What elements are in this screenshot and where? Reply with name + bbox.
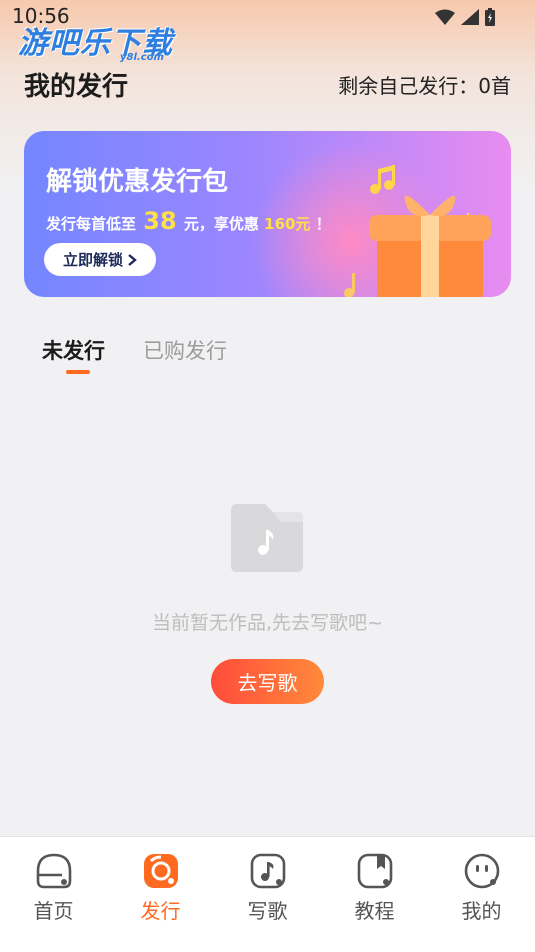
status-icons <box>435 8 495 26</box>
banner-desc-suffix: ！ <box>315 215 331 233</box>
nav-label-publish: 发行 <box>140 899 181 923</box>
write-song-button[interactable]: 去写歌 <box>211 659 324 704</box>
nav-item-profile[interactable]: 我的 <box>428 837 535 952</box>
battery-icon <box>485 8 495 26</box>
nav-label-write: 写歌 <box>247 899 288 923</box>
publish-icon <box>143 854 178 888</box>
nav-label-profile: 我的 <box>461 899 502 923</box>
chevron-right-icon <box>128 253 137 266</box>
unlock-button[interactable]: 立即解锁 <box>44 243 156 276</box>
music-note-icon <box>250 853 285 889</box>
nav-label-home: 首页 <box>33 899 74 923</box>
page-title: 我的发行 <box>24 72 129 102</box>
tab-purchased[interactable]: 已购发行 <box>143 335 227 365</box>
promo-banner[interactable]: 解锁优惠发行包 发行每首低至 38 元，享优惠 160元 ！ 立即解锁 <box>24 131 511 297</box>
gift-box-icon <box>344 165 491 297</box>
banner-title: 解锁优惠发行包 <box>46 167 229 197</box>
nav-item-home[interactable]: 首页 <box>0 837 107 952</box>
nav-item-tutorial[interactable]: 教程 <box>321 837 428 952</box>
banner-discount-amount: 160元 <box>264 215 311 233</box>
banner-description: 发行每首低至 38 元，享优惠 160元 ！ <box>46 207 331 235</box>
nav-label-tutorial: 教程 <box>354 899 395 923</box>
nav-item-write[interactable]: 写歌 <box>214 837 321 952</box>
home-icon <box>36 853 71 889</box>
watermark-subtext: y8l.com <box>120 52 164 63</box>
signal-icon <box>461 9 479 25</box>
banner-desc-prefix: 发行每首低至 <box>46 215 137 233</box>
remaining-count: 剩余自己发行：0首 <box>338 74 511 98</box>
active-tab-indicator <box>66 370 90 374</box>
nav-item-publish[interactable]: 发行 <box>107 837 214 952</box>
tab-unpublished[interactable]: 未发行 <box>42 335 105 365</box>
empty-state-text: 当前暂无作品,先去写歌吧~ <box>152 612 383 634</box>
banner-price: 38 <box>143 207 177 235</box>
profile-face-icon <box>464 853 499 889</box>
bottom-navigation: 首页 发行 写歌 教程 我的 <box>0 836 535 952</box>
music-folder-icon <box>231 504 303 572</box>
wifi-icon <box>435 9 455 25</box>
unlock-button-label: 立即解锁 <box>62 251 123 269</box>
tutorial-icon <box>357 853 392 889</box>
music-note-icon <box>370 165 395 194</box>
banner-desc-mid: 元，享优惠 <box>183 215 259 233</box>
write-song-button-label: 去写歌 <box>237 671 298 695</box>
tab-bar: 未发行 已购发行 <box>42 335 227 365</box>
